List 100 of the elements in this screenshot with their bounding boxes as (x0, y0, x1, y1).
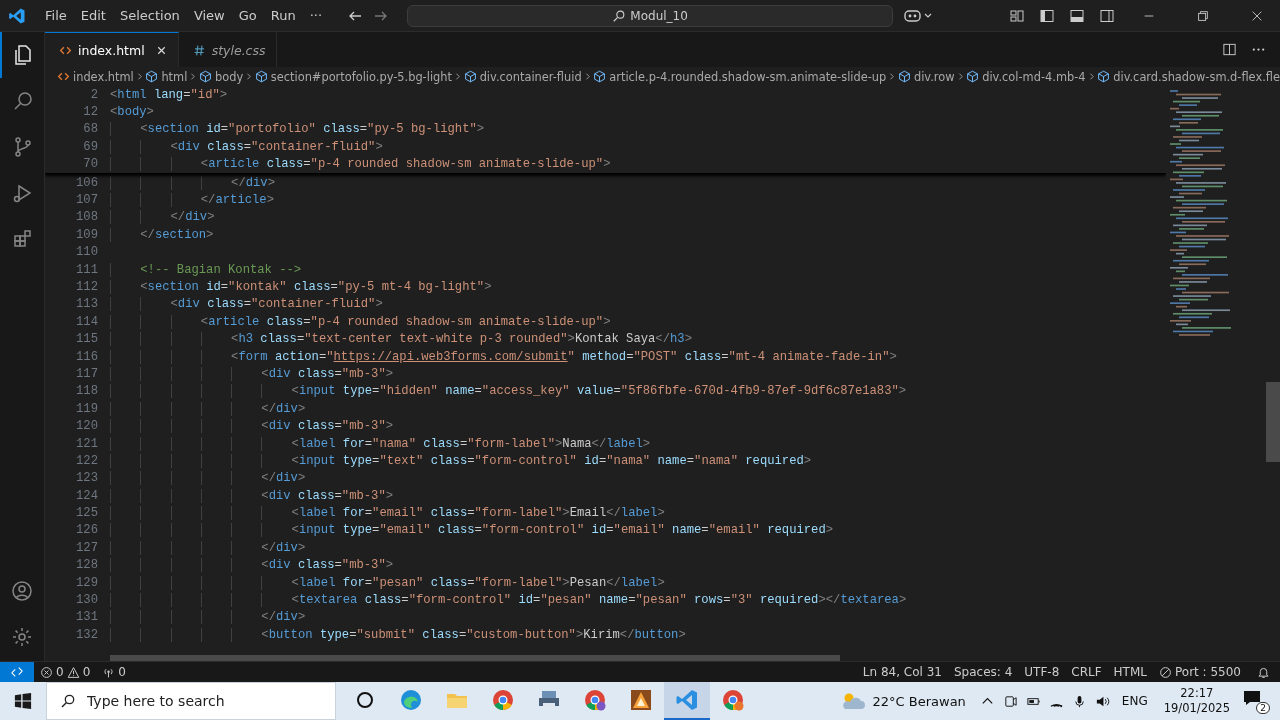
line-number: 2 (89, 87, 98, 102)
code-logo-icon (8, 6, 26, 25)
code-line: </div> (110, 401, 306, 416)
copilot-menu-icon[interactable] (903, 7, 934, 24)
code-line: <html lang="id"> (110, 87, 228, 102)
code-line: <article class="p-4 rounded shadow-sm animate-slide-up"> (110, 157, 611, 172)
editor-tab[interactable]: index.html (45, 32, 179, 67)
remote-icon (10, 665, 24, 679)
cube-icon (199, 70, 212, 83)
line-number: 107 (75, 193, 98, 208)
code-line: </div> (110, 540, 306, 555)
line-number: 126 (75, 523, 98, 538)
code-line: <div class="mb-3"> (110, 558, 394, 573)
line-number: 119 (75, 401, 98, 416)
cube-icon (897, 70, 911, 83)
chevron-right-icon (455, 71, 461, 82)
code-line: <section id="portofolio" class="py-5 bg-light"> (110, 122, 485, 137)
split-editor-icon[interactable] (1222, 42, 1237, 57)
menu-item[interactable]: Edit (73, 8, 113, 23)
status-item[interactable]: CRLF (1065, 665, 1108, 679)
code-line: <button type="submit" class="custom-button">Kirim</button> (110, 627, 686, 642)
settings-icon[interactable] (10, 625, 34, 649)
triangle-tile-icon (629, 688, 653, 712)
code-line: <form action="https://api.web3forms.com/submit" method="POST" class="mt-4 animate-fade-in"> (110, 349, 897, 364)
code-line: </section> (110, 227, 214, 242)
clock[interactable]: 22:17 19/01/2025 (1163, 686, 1230, 716)
swirl-icon (399, 688, 423, 712)
breadcrumb-item[interactable]: div.col-md-4.mb-4 (966, 69, 1086, 84)
speech-bubble-icon (1242, 688, 1262, 708)
code-brackets-icon (57, 70, 70, 83)
line-number: 131 (75, 610, 98, 625)
menu-item[interactable]: File (38, 8, 74, 23)
line-number: 129 (75, 575, 98, 590)
code-line: </div> (110, 610, 306, 625)
taskbar-search-field[interactable]: Type here to search (46, 682, 336, 720)
horizontal-scrollbar-thumb[interactable] (110, 655, 840, 661)
code-line: <section id="kontak" class="py-5 mt-4 bg-light"> (110, 280, 492, 294)
breadcrumb-item[interactable]: article.p-4.rounded.shadow-sm.animate-slide-up (593, 69, 887, 84)
line-number: 128 (75, 558, 98, 573)
chevron-right-icon (246, 71, 252, 82)
line-number: 117 (75, 366, 98, 381)
line-number: 121 (75, 436, 98, 451)
menu-item[interactable]: Selection (112, 8, 187, 23)
code-line: <div class="mb-3"> (110, 366, 394, 381)
line-number: 106 (75, 175, 98, 190)
menu-item[interactable]: Run (263, 8, 303, 23)
status-item[interactable]: HTML (1107, 665, 1153, 679)
chevron-right-icon (1088, 71, 1095, 82)
ring-icon (721, 688, 745, 712)
line-number: 130 (75, 593, 98, 607)
account-icon[interactable] (10, 579, 34, 603)
breadcrumb-item[interactable]: body (199, 69, 244, 84)
code-line: <textarea class="form-control" id="pesan" name="pesan" rows="3" required></textarea> (110, 593, 907, 607)
code-line: <article class="p-4 rounded shadow-sm animate-slide-up"> (110, 314, 611, 329)
live-server-button[interactable]: Port : 5500 (1153, 665, 1247, 679)
chevron-right-icon (957, 71, 964, 82)
ports-button[interactable]: 0 (96, 665, 132, 679)
command-center-field[interactable]: Modul_10 (407, 4, 894, 27)
menu-item[interactable]: View (186, 8, 232, 23)
line-number: 115 (75, 332, 98, 347)
line-number: 110 (75, 245, 98, 260)
cube-icon (1097, 70, 1111, 83)
code-line: </article> (110, 193, 274, 208)
status-item[interactable]: Spaces: 4 (948, 665, 1019, 679)
breadcrumb-item[interactable]: index.html (57, 69, 134, 84)
breadcrumb-item[interactable]: section#portofolio.py-5.bg-light (254, 69, 452, 84)
line-number: 68 (82, 122, 98, 137)
line-number: 124 (75, 488, 98, 503)
hash-icon (192, 43, 206, 57)
line-number: 122 (75, 453, 98, 468)
code-line: <h3 class="text-center text-white p-3 rounded">Kontak Saya</h3> (110, 332, 692, 347)
breadcrumb-item[interactable]: div.card.shadow-sm.d-flex.fle (1097, 69, 1280, 84)
cube-icon (966, 70, 980, 83)
remote-button[interactable] (0, 662, 34, 682)
breadcrumb-item[interactable]: div.container-fluid (463, 69, 582, 84)
chevron-right-icon (584, 71, 591, 82)
language-indicator[interactable]: ENG (1121, 694, 1148, 708)
vertical-scrollbar-thumb[interactable] (1266, 382, 1280, 462)
ribbon-logo-icon (675, 688, 699, 712)
search-icon (60, 693, 76, 709)
breadcrumb-item[interactable]: div.row (897, 69, 955, 84)
code-line: </div> (110, 471, 306, 486)
menu-item[interactable]: ··· (302, 8, 330, 23)
line-number: 116 (75, 349, 98, 364)
warning-icon (66, 665, 80, 679)
weather-button[interactable]: 22°C Berawan (838, 691, 966, 711)
problems-button[interactable]: 0 0 (34, 665, 97, 679)
line-number: 69 (82, 139, 98, 154)
status-item[interactable]: Ln 84, Col 31 (856, 665, 948, 679)
error-icon (40, 665, 53, 679)
line-number: 108 (75, 210, 98, 225)
code-line: <label for="pesan" class="form-label">Pesan</label> (110, 575, 665, 590)
code-line: <!-- Bagian Kontak --> (110, 262, 302, 277)
breadcrumb-item[interactable]: html (145, 69, 188, 84)
ring-icon (491, 688, 515, 712)
notification-center-button[interactable]: 2 (1242, 688, 1270, 714)
no-entry-icon (1159, 665, 1172, 679)
status-item[interactable]: UTF-8 (1018, 665, 1066, 679)
menu-item[interactable]: Go (231, 8, 264, 23)
code-line: <body> (110, 105, 154, 120)
